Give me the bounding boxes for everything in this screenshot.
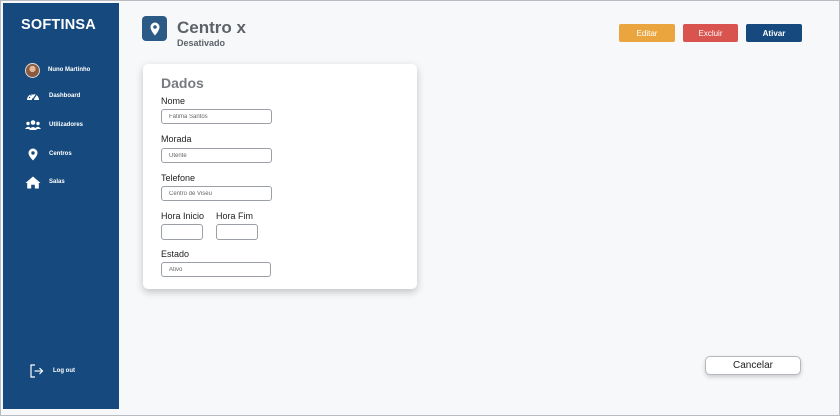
sidebar-item-label: Salas — [49, 179, 65, 185]
sidebar-item-label: Dashboard — [49, 93, 81, 99]
sidebar-item-dashboard[interactable]: Dashboard — [25, 87, 80, 105]
users-icon — [25, 118, 41, 132]
map-pin-icon — [25, 147, 41, 161]
hora-inicio-input[interactable] — [161, 224, 203, 240]
sidebar: SOFTINSA Nuno Martinho Dashboard Utiliza… — [3, 3, 119, 409]
status-subtitle: Desativado — [177, 38, 226, 48]
brand-logo: SOFTINSA — [21, 17, 96, 33]
map-pin-icon — [142, 16, 167, 41]
sidebar-item-utilizadores[interactable]: Utilizadores — [25, 116, 83, 134]
nome-input[interactable] — [161, 109, 272, 124]
user-name: Nuno Martinho — [48, 67, 91, 73]
logout-icon — [29, 364, 45, 378]
cancel-button[interactable]: Cancelar — [705, 356, 801, 375]
activate-button[interactable]: Ativar — [746, 24, 802, 42]
avatar — [25, 62, 40, 78]
app-window: SOFTINSA Nuno Martinho Dashboard Utiliza… — [0, 0, 840, 416]
nome-label: Nome — [161, 96, 186, 106]
morada-input[interactable] — [161, 148, 272, 163]
hora-fim-label: Hora Fim — [216, 211, 254, 221]
edit-button[interactable]: Editar — [619, 24, 675, 42]
card-title: Dados — [161, 75, 204, 91]
telefone-input[interactable] — [161, 186, 272, 201]
logout-label: Log out — [53, 368, 75, 374]
user-profile[interactable]: Nuno Martinho — [25, 61, 90, 79]
delete-button[interactable]: Excluir — [683, 24, 738, 42]
sidebar-item-label: Utilizadores — [49, 122, 84, 128]
details-card: Dados Nome Morada Telefone Hora Inicio H… — [143, 64, 417, 289]
morada-label: Morada — [161, 134, 192, 144]
estado-input[interactable] — [161, 262, 271, 277]
page-title: Centro x — [177, 18, 246, 37]
home-icon — [25, 175, 41, 189]
estado-label: Estado — [161, 249, 190, 259]
dashboard-gauge-icon — [25, 89, 41, 103]
sidebar-item-centros[interactable]: Centros — [25, 145, 72, 163]
logout-button[interactable]: Log out — [29, 362, 75, 380]
sidebar-item-salas[interactable]: Salas — [25, 173, 65, 191]
telefone-label: Telefone — [161, 173, 196, 183]
hora-fim-input[interactable] — [216, 224, 258, 240]
hora-inicio-label: Hora Inicio — [161, 211, 205, 221]
sidebar-item-label: Centros — [49, 151, 72, 157]
